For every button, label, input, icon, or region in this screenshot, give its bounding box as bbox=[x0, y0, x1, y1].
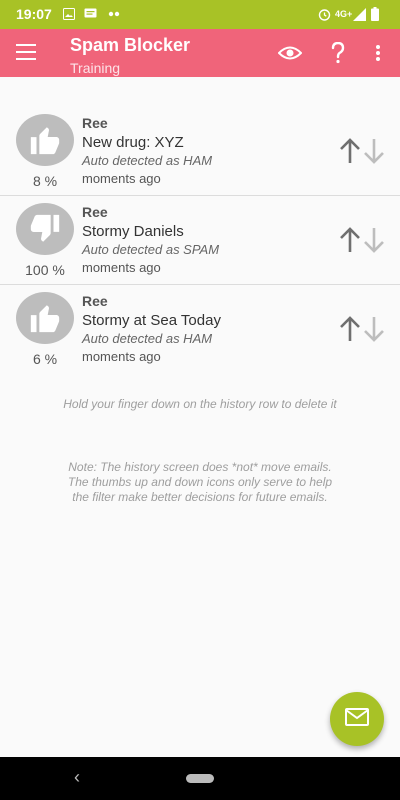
thumbs-up-icon bbox=[16, 292, 74, 344]
signal-icon bbox=[353, 7, 366, 21]
timestamp: moments ago bbox=[82, 171, 161, 186]
arrow-down-icon[interactable] bbox=[362, 315, 386, 343]
delete-hint: Hold your finger down on the history row… bbox=[63, 397, 337, 411]
arrow-up-icon[interactable] bbox=[338, 226, 362, 254]
subject: Stormy Daniels bbox=[82, 223, 184, 240]
thumbs-up-icon bbox=[16, 114, 74, 166]
more-notifications-icon bbox=[108, 7, 120, 21]
detection-label: Auto detected as HAM bbox=[82, 153, 213, 168]
history-list: 8 % Ree New drug: XYZ Auto detected as H… bbox=[0, 107, 400, 373]
battery-icon bbox=[371, 7, 379, 21]
subject: Stormy at Sea Today bbox=[82, 312, 221, 329]
app-subtitle: Training bbox=[70, 60, 121, 76]
message-notification-icon bbox=[84, 7, 97, 21]
subject: New drug: XYZ bbox=[82, 134, 184, 151]
arrow-down-icon[interactable] bbox=[362, 226, 386, 254]
mail-icon bbox=[345, 707, 369, 731]
sender: Ree bbox=[82, 115, 108, 131]
status-time: 19:07 bbox=[16, 6, 52, 22]
app-bar: Spam Blocker Training bbox=[0, 29, 400, 77]
spam-percentage: 8 % bbox=[32, 173, 58, 189]
alarm-icon bbox=[318, 7, 331, 21]
compose-button[interactable] bbox=[330, 692, 384, 746]
timestamp: moments ago bbox=[82, 260, 161, 275]
history-row[interactable]: 100 % Ree Stormy Daniels Auto detected a… bbox=[0, 195, 400, 284]
spam-percentage: 6 % bbox=[32, 351, 58, 367]
eye-icon[interactable] bbox=[277, 40, 303, 66]
network-type-label: 4G+ bbox=[335, 9, 353, 19]
menu-icon[interactable] bbox=[16, 44, 36, 62]
more-vert-icon[interactable] bbox=[365, 40, 391, 66]
arrow-up-icon[interactable] bbox=[338, 315, 362, 343]
arrow-down-icon[interactable] bbox=[362, 137, 386, 165]
history-row[interactable]: 8 % Ree New drug: XYZ Auto detected as H… bbox=[0, 107, 400, 195]
spam-percentage: 100 % bbox=[25, 262, 65, 278]
system-nav-bar: ‹ bbox=[0, 757, 400, 800]
back-icon[interactable]: ‹ bbox=[74, 767, 80, 788]
arrow-up-icon[interactable] bbox=[338, 137, 362, 165]
detection-label: Auto detected as SPAM bbox=[82, 242, 220, 257]
sender: Ree bbox=[82, 293, 108, 309]
help-icon[interactable] bbox=[325, 40, 351, 66]
app-title: Spam Blocker bbox=[70, 35, 191, 55]
detection-label: Auto detected as HAM bbox=[82, 331, 213, 346]
status-bar: 19:07 4G+ bbox=[0, 0, 400, 29]
timestamp: moments ago bbox=[82, 349, 161, 364]
home-pill[interactable] bbox=[186, 774, 214, 783]
image-notification-icon bbox=[63, 7, 75, 21]
sender: Ree bbox=[82, 204, 108, 220]
history-row[interactable]: 6 % Ree Stormy at Sea Today Auto detecte… bbox=[0, 284, 400, 373]
history-note: Note: The history screen does *not* move… bbox=[67, 460, 333, 504]
thumbs-down-icon bbox=[16, 203, 74, 255]
